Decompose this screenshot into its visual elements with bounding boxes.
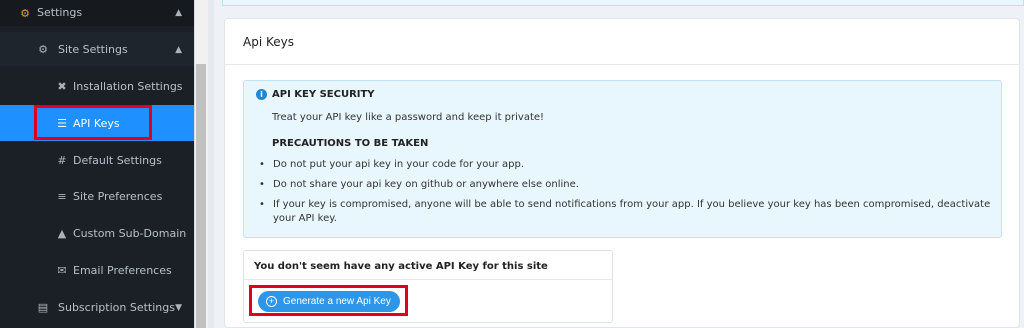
sidebar: ⚙ Settings ▲ ⚙ Site Settings ▲ ✖ Install… — [0, 0, 194, 328]
sidebar-item-label: Settings — [37, 6, 83, 19]
sitemap-icon: ▲ — [57, 226, 67, 240]
sidebar-item-installation-settings[interactable]: ✖ Installation Settings — [0, 68, 194, 104]
document-icon: ▤ — [37, 300, 49, 314]
list-item: If your key is compromised, anyone will … — [257, 198, 997, 226]
button-label: Generate a new Api Key — [283, 296, 391, 307]
api-key-box: You don't seem have any active API Key f… — [243, 250, 613, 323]
alert-text: Treat your API key like a password and k… — [272, 112, 545, 123]
plus-circle-icon: + — [266, 296, 277, 307]
sidebar-item-api-keys[interactable]: ☰ API Keys — [0, 105, 194, 141]
sidebar-item-site-settings[interactable]: ⚙ Site Settings ▲ — [0, 32, 194, 66]
chevron-up-icon: ▲ — [175, 45, 182, 55]
security-alert: i API KEY SECURITY Treat your API key li… — [243, 80, 1002, 238]
api-key-box-header: You don't seem have any active API Key f… — [244, 251, 612, 280]
sidebar-item-email-preferences[interactable]: ✉ Email Preferences — [0, 252, 194, 288]
chevron-down-icon: ▼ — [175, 303, 182, 313]
list-item: Do not put your api key in your code for… — [257, 158, 997, 172]
sidebar-item-label: API Keys — [73, 117, 120, 130]
sidebar-item-label: Custom Sub-Domain — [73, 227, 187, 240]
chevron-up-icon: ▲ — [175, 8, 182, 18]
gutter — [208, 0, 214, 328]
sidebar-item-default-settings[interactable]: # Default Settings — [0, 142, 194, 178]
top-info-strip — [222, 0, 1024, 6]
sidebar-item-label: Subscription Settings — [58, 301, 175, 314]
gear-icon: ⚙ — [20, 6, 30, 20]
page-title: Api Keys — [243, 35, 294, 49]
card-header: Api Keys — [225, 19, 1019, 65]
generate-api-key-button[interactable]: + Generate a new Api Key — [258, 291, 400, 312]
alert-title: API KEY SECURITY — [272, 89, 375, 100]
sliders-icon: ≡ — [57, 189, 67, 203]
precautions-list: Do not put your api key in your code for… — [257, 158, 997, 232]
tools-icon: ✖ — [57, 79, 67, 93]
sidebar-item-custom-sub-domain[interactable]: ▲ Custom Sub-Domain — [0, 215, 194, 251]
sidebar-item-subscription-settings[interactable]: ▤ Subscription Settings ▼ — [0, 289, 194, 325]
scrollbar-thumb[interactable] — [196, 64, 206, 328]
sidebar-item-label: Email Preferences — [73, 264, 172, 277]
sidebar-item-site-preferences[interactable]: ≡ Site Preferences — [0, 178, 194, 214]
info-icon: i — [256, 89, 267, 100]
sidebar-item-label: Site Settings — [58, 43, 128, 56]
list-item: Do not share your api key on github or a… — [257, 178, 997, 192]
keys-icon: ☰ — [57, 116, 67, 130]
sidebar-item-label: Installation Settings — [73, 80, 183, 93]
sidebar-item-label: Default Settings — [73, 154, 162, 167]
precautions-title: PRECAUTIONS TO BE TAKEN — [272, 138, 429, 149]
sidebar-item-label: Site Preferences — [73, 190, 163, 203]
gear-icon: ⚙ — [38, 42, 48, 56]
api-keys-card: Api Keys i API KEY SECURITY Treat your A… — [224, 18, 1020, 328]
envelope-icon: ✉ — [57, 263, 67, 277]
sidebar-item-settings[interactable]: ⚙ Settings ▲ — [0, 0, 194, 26]
grid-icon: # — [57, 153, 67, 167]
no-key-message: You don't seem have any active API Key f… — [254, 261, 548, 272]
